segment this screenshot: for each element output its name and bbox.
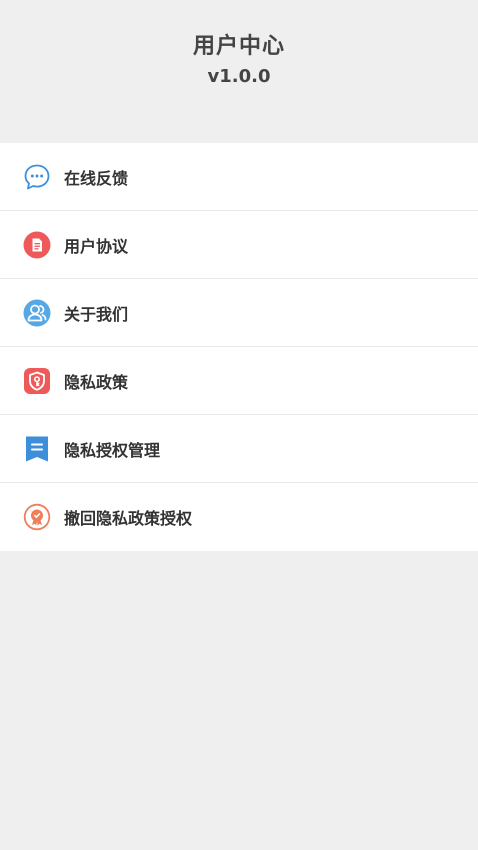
menu-item-privacy-authorization[interactable]: 隐私授权管理: [0, 415, 478, 483]
bookmark-list-icon: [23, 435, 51, 463]
menu-item-feedback[interactable]: 在线反馈: [0, 143, 478, 211]
menu-item-label: 关于我们: [64, 304, 129, 324]
menu-item-label: 在线反馈: [64, 168, 129, 188]
menu-list: 在线反馈 用户协议 关于我们 隐私政策 隐私授权管理 撤回隐私政策授权: [0, 143, 478, 551]
menu-item-label: 隐私授权管理: [64, 440, 161, 460]
chat-bubble-icon: [23, 163, 51, 191]
shield-key-icon: [23, 367, 51, 395]
menu-item-label: 用户协议: [64, 236, 129, 256]
menu-item-user-agreement[interactable]: 用户协议: [0, 211, 478, 279]
menu-item-about-us[interactable]: 关于我们: [0, 279, 478, 347]
users-icon: [23, 299, 51, 327]
header: 用户中心 v1.0.0: [0, 0, 478, 143]
menu-item-revoke-authorization[interactable]: 撤回隐私政策授权: [0, 483, 478, 551]
menu-item-label: 隐私政策: [64, 372, 129, 392]
menu-item-label: 撤回隐私政策授权: [64, 509, 193, 528]
menu-item-privacy-policy[interactable]: 隐私政策: [0, 347, 478, 415]
page-title: 用户中心: [192, 34, 285, 59]
document-icon: [23, 231, 51, 259]
version-label: v1.0.0: [207, 66, 271, 87]
badge-icon: [23, 503, 51, 531]
